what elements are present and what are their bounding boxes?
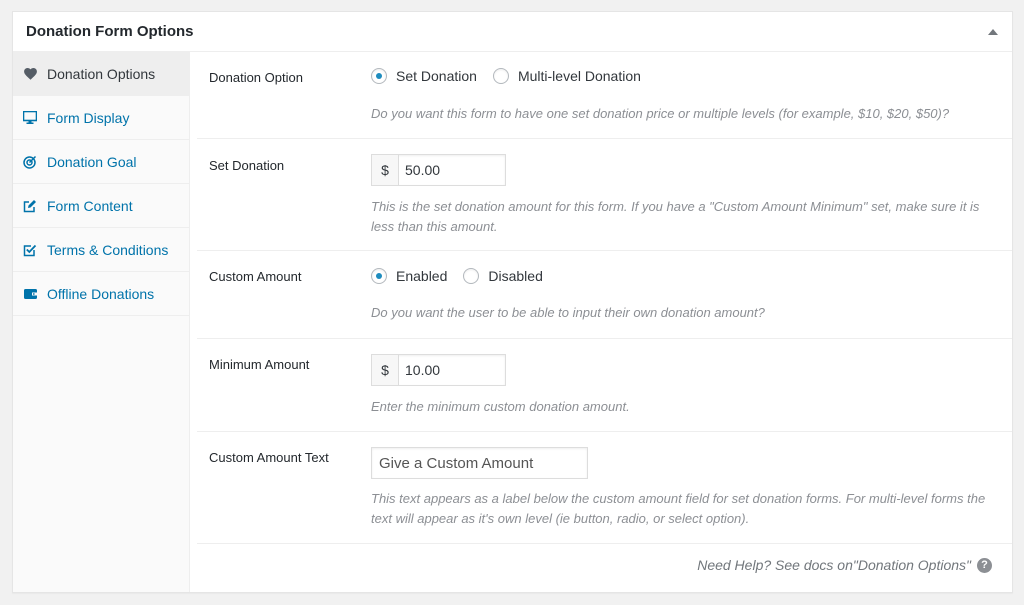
custom-amount-field: Enabled Disabled	[371, 268, 992, 284]
edit-icon	[23, 199, 37, 213]
radio-label: Set Donation	[396, 68, 477, 84]
set-donation-amount-input[interactable]: $	[371, 154, 506, 186]
custom-amount-text-field	[371, 447, 992, 479]
donation-option-field: Set Donation Multi-level Donation	[371, 68, 992, 84]
donation-option-row: Donation Option Set Donation Multi-level…	[197, 52, 1012, 139]
monitor-icon	[23, 111, 37, 125]
custom-amount-radio-group: Enabled Disabled	[371, 268, 992, 284]
minimum-amount-row: Minimum Amount $ Enter the minimum custo…	[197, 339, 1012, 432]
custom-amount-label: Custom Amount	[209, 269, 302, 284]
set-donation-input[interactable]	[399, 155, 505, 185]
radio-label: Enabled	[396, 268, 448, 284]
custom-amount-description: Do you want the user to be able to input…	[371, 305, 765, 320]
radio-label: Multi-level Donation	[517, 68, 641, 84]
sidebar-item-label: Form Content	[47, 197, 133, 214]
minimum-amount-description: Enter the minimum custom donation amount…	[371, 399, 630, 414]
sidebar-item-label: Form Display	[47, 109, 130, 126]
checkbox-icon	[23, 243, 37, 257]
set-donation-row: Set Donation $ This is the set donation …	[197, 139, 1012, 251]
help-prefix: Need Help? See docs on	[697, 557, 853, 573]
custom-amount-text-row: Custom Amount Text This text appears as …	[197, 432, 1012, 544]
help-docs-link[interactable]: "Donation Options"	[853, 557, 971, 573]
custom-amount-text-label: Custom Amount Text	[209, 450, 329, 465]
sidebar-item-form-display[interactable]: Form Display	[13, 96, 189, 140]
options-content: Donation Option Set Donation Multi-level…	[190, 52, 1012, 592]
radio-button[interactable]	[371, 268, 387, 284]
radio-set-donation[interactable]: Set Donation	[371, 68, 477, 84]
minimum-amount-input[interactable]: $	[371, 354, 506, 386]
sidebar-item-label: Offline Donations	[47, 285, 155, 302]
donation-option-label: Donation Option	[209, 70, 303, 85]
custom-amount-text-input[interactable]	[371, 447, 588, 479]
radio-multi-level-donation[interactable]: Multi-level Donation	[492, 68, 641, 84]
radio-button[interactable]	[492, 68, 509, 84]
radio-button[interactable]	[371, 68, 387, 84]
metabox-header[interactable]: Donation Form Options	[13, 12, 1012, 52]
donation-option-description: Do you want this form to have one set do…	[371, 106, 950, 121]
sidebar-item-donation-options[interactable]: Donation Options	[13, 52, 189, 96]
custom-amount-row: Custom Amount Enabled Disabled Do you wa…	[197, 251, 1012, 339]
wallet-icon	[23, 287, 37, 301]
target-icon	[23, 155, 37, 169]
radio-label: Disabled	[488, 268, 543, 284]
currency-symbol: $	[372, 355, 399, 385]
set-donation-label: Set Donation	[209, 158, 285, 173]
question-icon[interactable]: ?	[977, 557, 992, 573]
sidebar-item-offline-donations[interactable]: Offline Donations	[13, 272, 189, 316]
donation-form-options-metabox: Donation Form Options Donation Options F…	[12, 11, 1013, 593]
sidebar-item-form-content[interactable]: Form Content	[13, 184, 189, 228]
sidebar-item-donation-goal[interactable]: Donation Goal	[13, 140, 189, 184]
donation-option-radio-group: Set Donation Multi-level Donation	[371, 68, 992, 84]
metabox-body: Donation Options Form Display Donation G…	[13, 52, 1012, 592]
sidebar-item-label: Donation Options	[47, 65, 156, 82]
set-donation-description: This is the set donation amount for this…	[371, 199, 980, 234]
triangle-up-icon[interactable]	[988, 29, 998, 35]
minimum-amount-label: Minimum Amount	[209, 357, 310, 372]
radio-disabled[interactable]: Disabled	[463, 268, 543, 284]
metabox-title: Donation Form Options	[26, 23, 194, 40]
minimum-amount-field: $	[371, 354, 992, 386]
radio-button[interactable]	[463, 268, 480, 284]
help-footer: Need Help? See docs on "Donation Options…	[697, 557, 992, 573]
heart-icon	[23, 67, 37, 81]
set-donation-field: $	[371, 154, 992, 186]
custom-amount-text-description: This text appears as a label below the c…	[371, 491, 986, 526]
sidebar-item-terms-conditions[interactable]: Terms & Conditions	[13, 228, 189, 272]
sidebar-item-label: Donation Goal	[47, 153, 137, 170]
currency-symbol: $	[372, 155, 399, 185]
options-sidebar: Donation Options Form Display Donation G…	[13, 52, 190, 592]
sidebar-item-label: Terms & Conditions	[47, 241, 169, 258]
minimum-amount-value-input[interactable]	[399, 355, 505, 385]
radio-enabled[interactable]: Enabled	[371, 268, 447, 284]
